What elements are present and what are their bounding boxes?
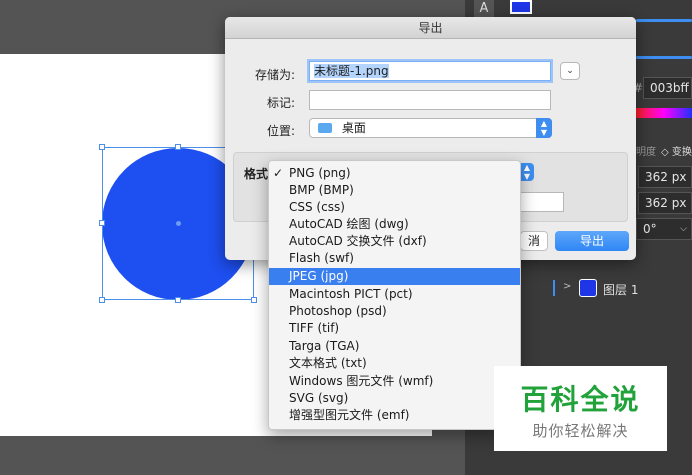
menu-item-label: Macintosh PICT (pct) [289, 287, 413, 301]
menu-item-tif[interactable]: TIFF (tif) [269, 320, 520, 337]
menu-item-label: PNG (png) [289, 166, 351, 180]
layer-thumbnail [579, 279, 597, 297]
location-value: 桌面 [341, 121, 366, 135]
cancel-button[interactable]: 消 [520, 231, 548, 251]
brightness-slider[interactable] [636, 56, 692, 59]
rotation-value: 0° [643, 222, 657, 236]
text-tool-icon[interactable]: A [474, 0, 494, 18]
tags-input[interactable] [309, 90, 551, 110]
fill-color-swatch[interactable] [510, 0, 532, 14]
menu-item-svg[interactable]: SVG (svg) [269, 390, 520, 407]
menu-item-wmf[interactable]: Windows 图元文件 (wmf) [269, 373, 520, 390]
menu-item-label: Targa (TGA) [289, 339, 360, 353]
opacity-label: 明度 [636, 147, 656, 158]
format-dropdown-menu: ✓ PNG (png) BMP (BMP) CSS (css) AutoCAD 绘… [268, 160, 521, 430]
checkmark-icon: ✓ [273, 166, 284, 180]
resize-handle-left[interactable] [99, 220, 105, 226]
save-as-label: 存储为: [254, 68, 295, 82]
chevron-down-icon: ⌵ [680, 224, 687, 234]
menu-item-label: Photoshop (psd) [289, 304, 387, 318]
menu-item-tga[interactable]: Targa (TGA) [269, 338, 520, 355]
menu-item-psd[interactable]: Photoshop (psd) [269, 303, 520, 320]
menu-item-label: JPEG (jpg) [289, 269, 349, 283]
resize-handle-top-left[interactable] [99, 144, 105, 150]
menu-item-label: TIFF (tif) [289, 321, 340, 335]
resize-handle-bottom[interactable] [175, 297, 181, 303]
menu-item-dwg[interactable]: AutoCAD 绘图 (dwg) [269, 216, 520, 233]
menu-item-png[interactable]: ✓ PNG (png) [269, 165, 520, 182]
resize-handle-bottom-left[interactable] [99, 297, 105, 303]
hex-color-input[interactable]: 003bff [643, 77, 692, 99]
dialog-title: 导出 [225, 17, 636, 39]
menu-item-label: AutoCAD 绘图 (dwg) [289, 217, 409, 231]
location-select[interactable]: 桌面 ▲ ▼ [309, 118, 552, 138]
menu-item-label: 增强型图元文件 (emf) [289, 408, 410, 422]
layer-indicator [553, 280, 555, 296]
menu-item-label: BMP (BMP) [289, 183, 354, 197]
color-slider[interactable] [636, 19, 692, 22]
tags-label: 标记: [266, 96, 295, 110]
menu-item-swf[interactable]: Flash (swf) [269, 250, 520, 267]
format-label: 格式 [244, 167, 269, 181]
shape-center-point [176, 221, 181, 226]
location-label: 位置: [266, 124, 295, 138]
menu-item-css[interactable]: CSS (css) [269, 199, 520, 216]
height-input[interactable]: 362 px [638, 192, 692, 214]
rotation-input[interactable]: 0° ⌵ [636, 218, 692, 240]
format-select-arrows-icon[interactable]: ▲ ▼ [520, 163, 534, 181]
menu-item-label: 文本格式 (txt) [289, 356, 367, 370]
menu-item-label: Windows 图元文件 (wmf) [289, 374, 434, 388]
menu-item-label: CSS (css) [289, 200, 345, 214]
menu-item-pct[interactable]: Macintosh PICT (pct) [269, 286, 520, 303]
format-option-field[interactable] [520, 192, 564, 212]
folder-icon [318, 123, 332, 133]
expand-dialog-button[interactable]: ⌄ [560, 62, 580, 80]
expand-layer-icon[interactable]: > [563, 281, 571, 292]
menu-item-bmp[interactable]: BMP (BMP) [269, 182, 520, 199]
menu-item-dxf[interactable]: AutoCAD 交换文件 (dxf) [269, 233, 520, 250]
select-arrows-icon: ▲ ▼ [536, 118, 552, 138]
menu-item-jpg[interactable]: JPEG (jpg) [269, 268, 520, 285]
transform-label[interactable]: ◇ 变换 [661, 143, 692, 158]
filename-value: 未标题-1.png [314, 64, 389, 78]
watermark-sub-text: 助你轻松解决 [532, 422, 629, 440]
layer-name: 图层 1 [603, 283, 639, 297]
layer-row[interactable]: > 图层 1 [553, 278, 692, 300]
resize-handle-bottom-right[interactable] [251, 297, 257, 303]
menu-item-label: Flash (swf) [289, 251, 354, 265]
width-input[interactable]: 362 px [638, 166, 692, 188]
menu-item-txt[interactable]: 文本格式 (txt) [269, 355, 520, 372]
export-button[interactable]: 导出 [555, 231, 629, 251]
menu-item-label: AutoCAD 交换文件 (dxf) [289, 234, 427, 248]
menu-item-emf[interactable]: 增强型图元文件 (emf) [269, 407, 520, 424]
resize-handle-top[interactable] [175, 144, 181, 150]
filename-input[interactable]: 未标题-1.png [309, 61, 551, 81]
menu-item-label: SVG (svg) [289, 391, 349, 405]
color-gradient-bar[interactable] [636, 108, 692, 118]
watermark-logo: 百科全说 助你轻松解决 [494, 366, 667, 451]
watermark-main-text: 百科全说 [520, 383, 641, 416]
